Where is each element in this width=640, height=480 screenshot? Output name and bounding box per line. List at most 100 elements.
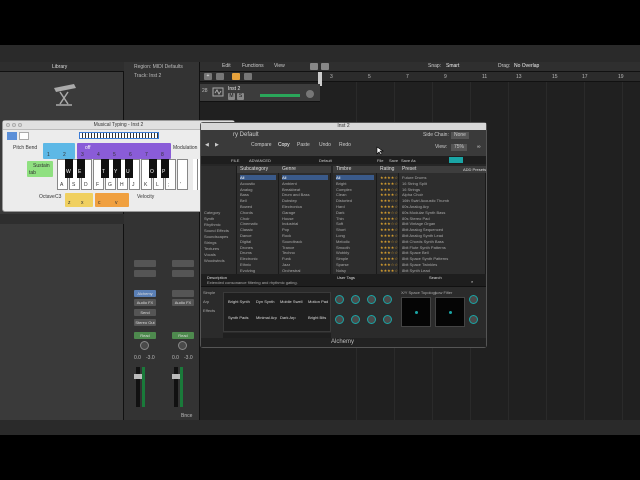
browser-item[interactable]: Ethnic [240, 262, 251, 267]
xy-pad-right[interactable] [435, 297, 465, 327]
browser-item[interactable]: 8bit Chords Synth Bass [402, 239, 444, 244]
keyboard-mode-icon[interactable] [7, 132, 17, 140]
redo-button[interactable]: Redo [339, 142, 351, 149]
black-key[interactable]: Y [113, 159, 121, 178]
automation-read-right[interactable]: Read [172, 332, 194, 339]
preset-name[interactable]: ry Default [233, 132, 259, 139]
global-s-button[interactable] [244, 73, 252, 80]
cutoff-knob[interactable] [335, 295, 344, 304]
solo-button[interactable]: S [237, 93, 244, 100]
browser-item[interactable]: Simple [336, 256, 348, 261]
mute-button[interactable]: M [228, 93, 235, 100]
audio-fx-slot[interactable]: Audio FX [134, 299, 156, 306]
browser-item[interactable]: Soundtrack [282, 239, 302, 244]
track-pan-knob[interactable] [306, 90, 314, 98]
browser-item[interactable]: 8bit Flute Synth Patterns [402, 245, 446, 250]
simple-mode-tab[interactable]: Simple [203, 290, 215, 295]
snapshot-cell[interactable]: Mobile Swell [280, 299, 302, 304]
bounce-label[interactable]: Bnce [181, 413, 192, 419]
timeline-ruler[interactable]: 3 5 7 9 11 13 15 17 19 [320, 72, 640, 82]
snap-dropdown[interactable]: Smart [446, 63, 459, 70]
catch-icon[interactable] [216, 73, 224, 80]
pan-knob-right[interactable] [178, 341, 187, 350]
velocity-pad[interactable]: c v [95, 193, 129, 207]
browser-item[interactable]: Industrial [282, 221, 298, 226]
arp-tab[interactable]: Arp [203, 299, 209, 304]
browser-item[interactable]: Noisy [336, 268, 346, 273]
volume-knob[interactable] [469, 295, 478, 304]
snapshot-cell[interactable]: Dark Arp [280, 315, 296, 320]
track-header[interactable]: 28 Inst 2 M S [200, 84, 320, 102]
black-key[interactable]: U [125, 159, 133, 178]
zoom-icon[interactable] [18, 123, 22, 127]
browser-item[interactable]: Dark [336, 210, 344, 215]
browser-item[interactable]: Dance [240, 233, 252, 238]
edit-menu[interactable]: Edit [222, 63, 231, 70]
browser-item[interactable]: 60s Modular Synth Bass [402, 210, 445, 215]
browser-item[interactable]: Sparse [336, 262, 349, 267]
browser-item[interactable]: Chords [240, 210, 253, 215]
eq-slot-left[interactable] [134, 260, 156, 267]
link-slot[interactable] [172, 290, 194, 297]
search-icon[interactable]: ⌕ [471, 279, 473, 284]
compare-button[interactable]: Compare [251, 142, 272, 149]
send-slot[interactable]: Send [134, 309, 156, 316]
browser-item[interactable]: Drums [240, 250, 252, 255]
category-item[interactable]: Synth [204, 216, 214, 221]
browser-item[interactable]: ★★★☆☆ [380, 221, 398, 226]
snapshot-cell[interactable]: Synth Pads [228, 315, 248, 320]
category-item[interactable]: Woodwinds [204, 258, 225, 263]
octave-pad[interactable]: z x [65, 193, 93, 207]
browser-item[interactable]: ★★★★☆ [380, 245, 398, 250]
browser-item[interactable]: ★★★☆☆ [380, 187, 398, 192]
view-dropdown[interactable]: 75% [451, 144, 468, 151]
browser-item[interactable]: ★★★★☆ [380, 256, 398, 261]
browser-item[interactable]: 16th Swirl Acoustic Thumb [402, 198, 449, 203]
browser-item[interactable]: 8bit Analog Sequenced [402, 227, 443, 232]
alchemy-plugin-window[interactable]: Inst 2 ry Default ◀ ▶ Compare Copy Paste… [200, 122, 487, 348]
browser-item[interactable]: ★★★☆☆ [380, 262, 398, 267]
global-m-button[interactable] [232, 73, 240, 80]
midi-fx-slot[interactable] [134, 270, 156, 277]
snapshot-cell[interactable]: Bright Bits [308, 315, 326, 320]
category-item[interactable]: Soundscapes [204, 234, 228, 239]
transform-pad[interactable]: Bright Synth Dyn Synth Mobile Swell Moti… [223, 292, 331, 332]
browser-item[interactable]: Breakbeat [282, 187, 300, 192]
browser-item[interactable]: Acoustic [240, 181, 255, 186]
browser-item[interactable]: Electronica [282, 204, 302, 209]
browser-item[interactable]: 80s Stereo Pad [402, 216, 430, 221]
browser-item[interactable]: ★★★★☆ [380, 268, 398, 273]
browser-item[interactable]: 8bit Space Twinkles [402, 262, 437, 267]
bandwidth-knob[interactable] [383, 295, 392, 304]
effects-tab[interactable]: Effects [203, 308, 215, 313]
browser-item[interactable]: Orchestral [282, 268, 300, 273]
column-header[interactable]: Subcategory [237, 166, 279, 173]
region-label[interactable]: Region: MIDI Defaults [134, 64, 183, 70]
browser-item[interactable]: All [282, 175, 328, 180]
browser-item[interactable]: ★★★★☆ [380, 216, 398, 221]
category-item[interactable]: Category [204, 210, 220, 215]
grid-view-icon[interactable] [310, 63, 318, 70]
undo-button[interactable]: Undo [319, 142, 331, 149]
browser-item[interactable]: 16 String Split [402, 181, 427, 186]
column-header[interactable]: Genre [279, 166, 331, 173]
detune-knob[interactable] [383, 315, 392, 324]
fader-cap-right[interactable] [172, 374, 180, 379]
browser-item[interactable]: Melodic [336, 239, 350, 244]
resonance-knob[interactable] [351, 295, 360, 304]
browser-item[interactable]: Smooth [336, 245, 350, 250]
browser-item[interactable]: ★★★★☆ [380, 175, 398, 180]
browser-item[interactable]: ★★★★☆ [380, 227, 398, 232]
browser-item[interactable]: ★★★★☆ [380, 204, 398, 209]
browser-item[interactable]: Hard [336, 204, 345, 209]
volume-fader-right[interactable] [174, 367, 178, 407]
reverb-knob[interactable] [469, 315, 478, 324]
sustain-pad[interactable]: Sustain tab [27, 161, 53, 177]
browser-item[interactable]: Bass [240, 192, 249, 197]
browser-item[interactable]: Digital [240, 239, 251, 244]
file-menu[interactable]: File [377, 158, 383, 163]
close-icon[interactable] [6, 123, 10, 127]
browser-item[interactable]: ★★★★☆ [380, 192, 398, 197]
browser-item[interactable]: Choir [240, 216, 250, 221]
advanced-button[interactable]: ADVANCED [249, 158, 271, 163]
